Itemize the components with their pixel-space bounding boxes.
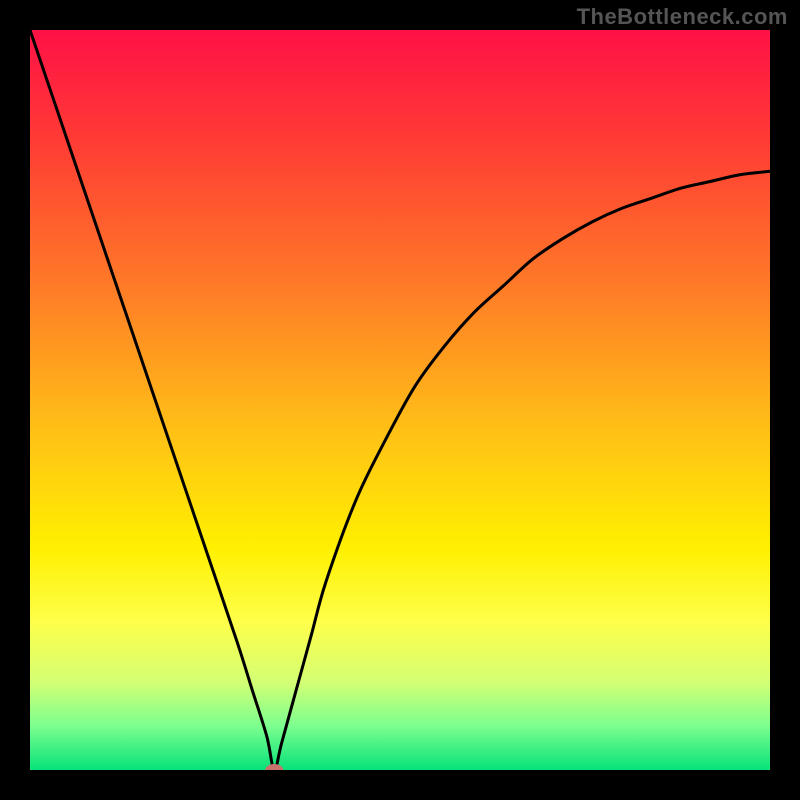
- bottleneck-chart: [0, 0, 800, 800]
- chart-frame: { "watermark": "TheBottleneck.com", "cha…: [0, 0, 800, 800]
- gradient-background: [30, 30, 770, 770]
- watermark-text: TheBottleneck.com: [577, 4, 788, 30]
- minimum-marker: [265, 764, 283, 776]
